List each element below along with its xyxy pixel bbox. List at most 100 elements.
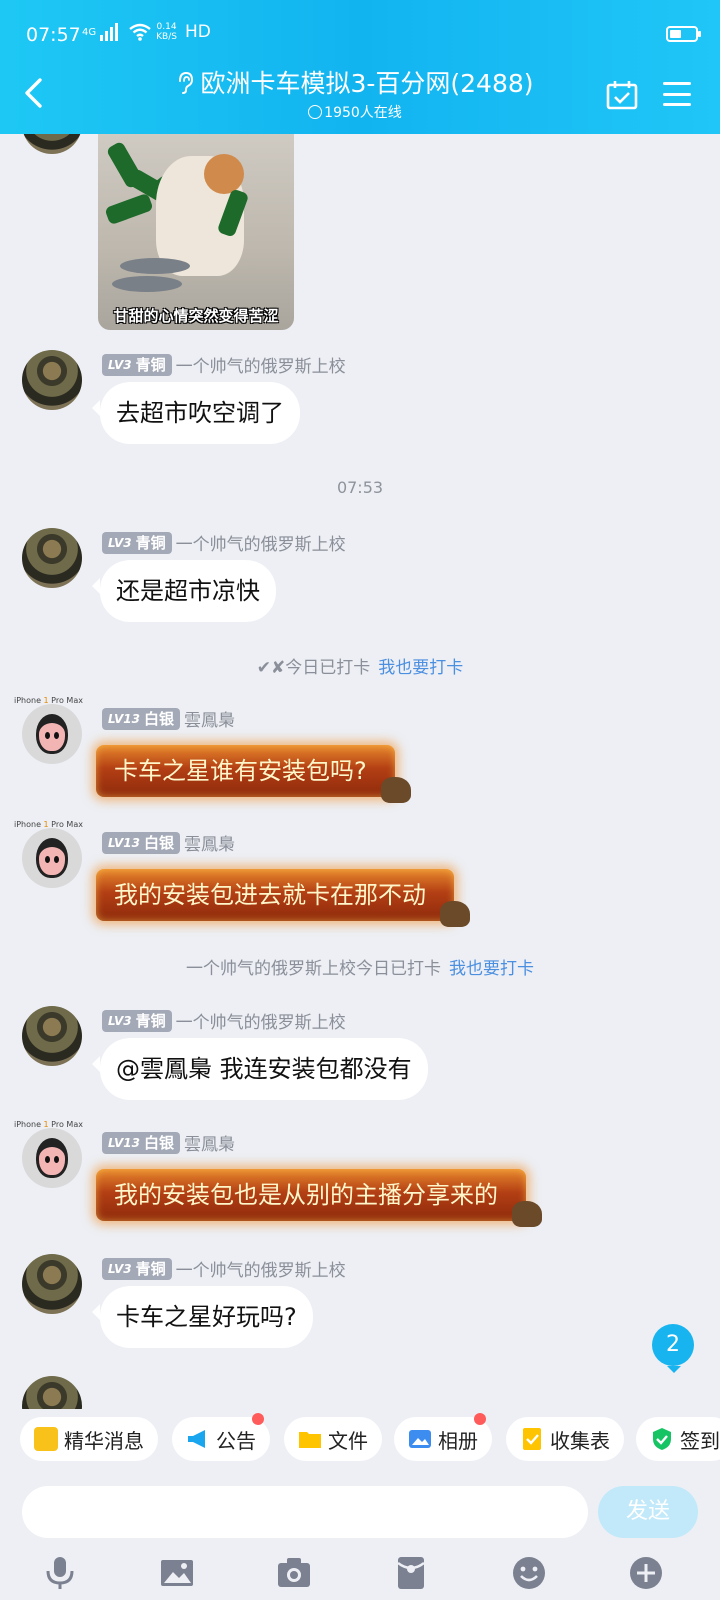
checkin-link[interactable]: 我也要打卡 [378,658,463,678]
chat-header: 07:57 4G 0.14 KB/S HD 欧洲卡车模拟3-百分网(2488) 1… [0,0,720,134]
network-type: 4G [82,26,97,38]
signal-icon [100,23,119,41]
message-item: iPhone 1 Pro Max LV13 白银 雲鳳梟 我的安装包也是从别的主播… [0,1116,720,1227]
level-badge: LV3 青铜 [102,1257,172,1280]
group-title-area[interactable]: 欧洲卡车模拟3-百分网(2488) 1950人在线 [150,64,560,122]
group-title: 欧洲卡车模拟3-百分网(2488) [150,64,560,100]
level-badge: LV13 白银 [102,1131,180,1154]
quick-album-button[interactable]: 相册 [394,1413,492,1461]
quick-announcement-button[interactable]: 公告 [172,1413,270,1461]
sender-meta: LV3 青铜 一个帅气的俄罗斯上校 [102,352,346,377]
message-input[interactable] [22,1486,588,1538]
album-icon [409,1430,431,1448]
sender-name[interactable]: 雲鳳梟 [184,706,235,731]
camera-icon[interactable] [276,1555,312,1591]
unread-count-badge[interactable]: 2 [652,1324,694,1373]
folder-icon [299,1432,321,1448]
quick-label: 公告 [216,1428,256,1453]
status-network: 4G 0.14 KB/S HD [82,22,211,42]
chat-list[interactable]: 甘甜的心情突然变得苦涩 LV3 青铜 一个帅气的俄罗斯上校 去超市吹空调了 07:… [0,134,720,1409]
sender-meta: LV13 白银 雲鳳梟 [102,1130,235,1155]
message-item: LV3 青铜 一个帅气的俄罗斯上校 去超市吹空调了 [0,348,720,448]
message-item: 甘甜的心情突然变得苦涩 [0,134,720,330]
avatar[interactable] [22,704,82,764]
fire-message-text: 我的安装包进去就卡在那不动 [114,881,426,909]
time-separator: 07:53 [336,478,384,497]
avatar[interactable] [22,528,82,588]
notification-dot [252,1413,264,1425]
fire-message-bubble[interactable]: 我的安装包进去就卡在那不动 [96,869,470,927]
mic-icon[interactable] [42,1555,78,1591]
fire-message-bubble[interactable]: 我的安装包也是从别的主播分享来的 [96,1169,542,1227]
sender-name[interactable]: 一个帅气的俄罗斯上校 [176,530,346,555]
essence-icon [34,1427,58,1451]
checkin-icon [653,1428,671,1450]
online-icon [308,105,323,119]
avatar[interactable] [22,1006,82,1066]
quick-actions-bar[interactable]: 精华消息 公告 文件 相册 收集表 签到 [0,1409,720,1477]
sender-name[interactable]: 一个帅气的俄罗斯上校 [176,1256,346,1281]
level-badge: LV3 青铜 [102,1009,172,1032]
motorcycle-icon [380,777,411,803]
quick-label: 收集表 [550,1428,610,1453]
message-item: LV3 青铜 一个帅气的俄罗斯上校 @雲鳳梟 我连安装包都没有 [0,1004,720,1104]
sender-meta: LV3 青铜 一个帅气的俄罗斯上校 [102,1008,346,1033]
message-bubble[interactable]: 还是超市凉快 [92,560,276,622]
avatar[interactable] [22,828,82,888]
avatar[interactable] [22,350,82,410]
status-time: 07:57 [26,24,81,46]
avatar[interactable] [22,1376,82,1409]
quick-form-button[interactable]: 收集表 [506,1417,624,1461]
ear-icon [179,71,194,94]
motorcycle-icon [512,1201,542,1227]
red-packet-icon[interactable] [393,1555,429,1591]
emoji-icon[interactable] [511,1555,547,1591]
input-toolbar [0,1549,720,1599]
checkin-text: 一个帅气的俄罗斯上校今日已打卡 [186,959,441,979]
message-item: LV3 青铜 一个帅气的俄罗斯上校 卡车之星好玩吗? [0,1252,720,1352]
message-bubble[interactable]: @雲鳳梟 我连安装包都没有 [92,1038,428,1100]
sender-meta: LV3 青铜 一个帅气的俄罗斯上校 [102,1256,346,1281]
sticker-caption: 甘甜的心情突然变得苦涩 [113,307,279,325]
image-icon[interactable] [159,1555,195,1591]
back-button[interactable] [20,76,50,110]
menu-button[interactable] [663,82,691,106]
net-speed: 0.14 KB/S [156,22,177,42]
motorcycle-icon [440,901,470,927]
level-badge: LV13 白银 [102,707,180,730]
sticker-image[interactable]: 甘甜的心情突然变得苦涩 [98,134,294,330]
sender-name[interactable]: 一个帅气的俄罗斯上校 [176,1008,346,1033]
sender-name[interactable]: 雲鳳梟 [184,830,235,855]
checkin-notice: ✔✘今日已打卡 我也要打卡 [0,653,720,678]
calendar-checkin-button[interactable] [606,80,638,110]
quick-essence-button[interactable]: 精华消息 [20,1417,158,1461]
battery-icon [666,26,701,42]
megaphone-icon [188,1430,205,1448]
sender-meta: LV13 白银 雲鳳梟 [102,706,235,731]
quick-label: 签到 [680,1428,720,1453]
message-item: iPhone 1 Pro Max LV13 白银 雲鳳梟 卡车之星谁有安装包吗? [0,692,720,803]
quick-checkin-button[interactable]: 签到 [636,1417,720,1461]
fire-message-text: 卡车之星谁有安装包吗? [114,757,367,785]
sender-name[interactable]: 雲鳳梟 [184,1130,235,1155]
quick-files-button[interactable]: 文件 [284,1417,382,1461]
avatar[interactable] [22,1254,82,1314]
sender-name[interactable]: 一个帅气的俄罗斯上校 [176,352,346,377]
plus-icon[interactable] [628,1555,664,1591]
quick-label: 文件 [328,1428,368,1453]
sender-meta: LV13 白银 雲鳳梟 [102,830,235,855]
checkin-link[interactable]: 我也要打卡 [449,959,534,979]
message-bubble[interactable]: 卡车之星好玩吗? [92,1286,313,1348]
message-item: LV3 青铜 一个帅气的俄罗斯上校 还是超市凉快 [0,526,720,626]
quick-label: 精华消息 [64,1428,144,1453]
avatar[interactable] [22,1128,82,1188]
checkin-text: ✔✘今日已打卡 [256,658,371,678]
send-button[interactable]: 发送 [598,1486,698,1538]
sender-meta: LV3 青铜 一个帅气的俄罗斯上校 [102,530,346,555]
fire-message-bubble[interactable]: 卡车之星谁有安装包吗? [96,745,411,803]
avatar[interactable] [22,134,82,154]
message-bubble[interactable]: 去超市吹空调了 [92,382,300,444]
fire-message-text: 我的安装包也是从别的主播分享来的 [114,1181,498,1209]
input-panel: 精华消息 公告 文件 相册 收集表 签到 发送 [0,1409,720,1600]
level-badge: LV3 青铜 [102,353,172,376]
